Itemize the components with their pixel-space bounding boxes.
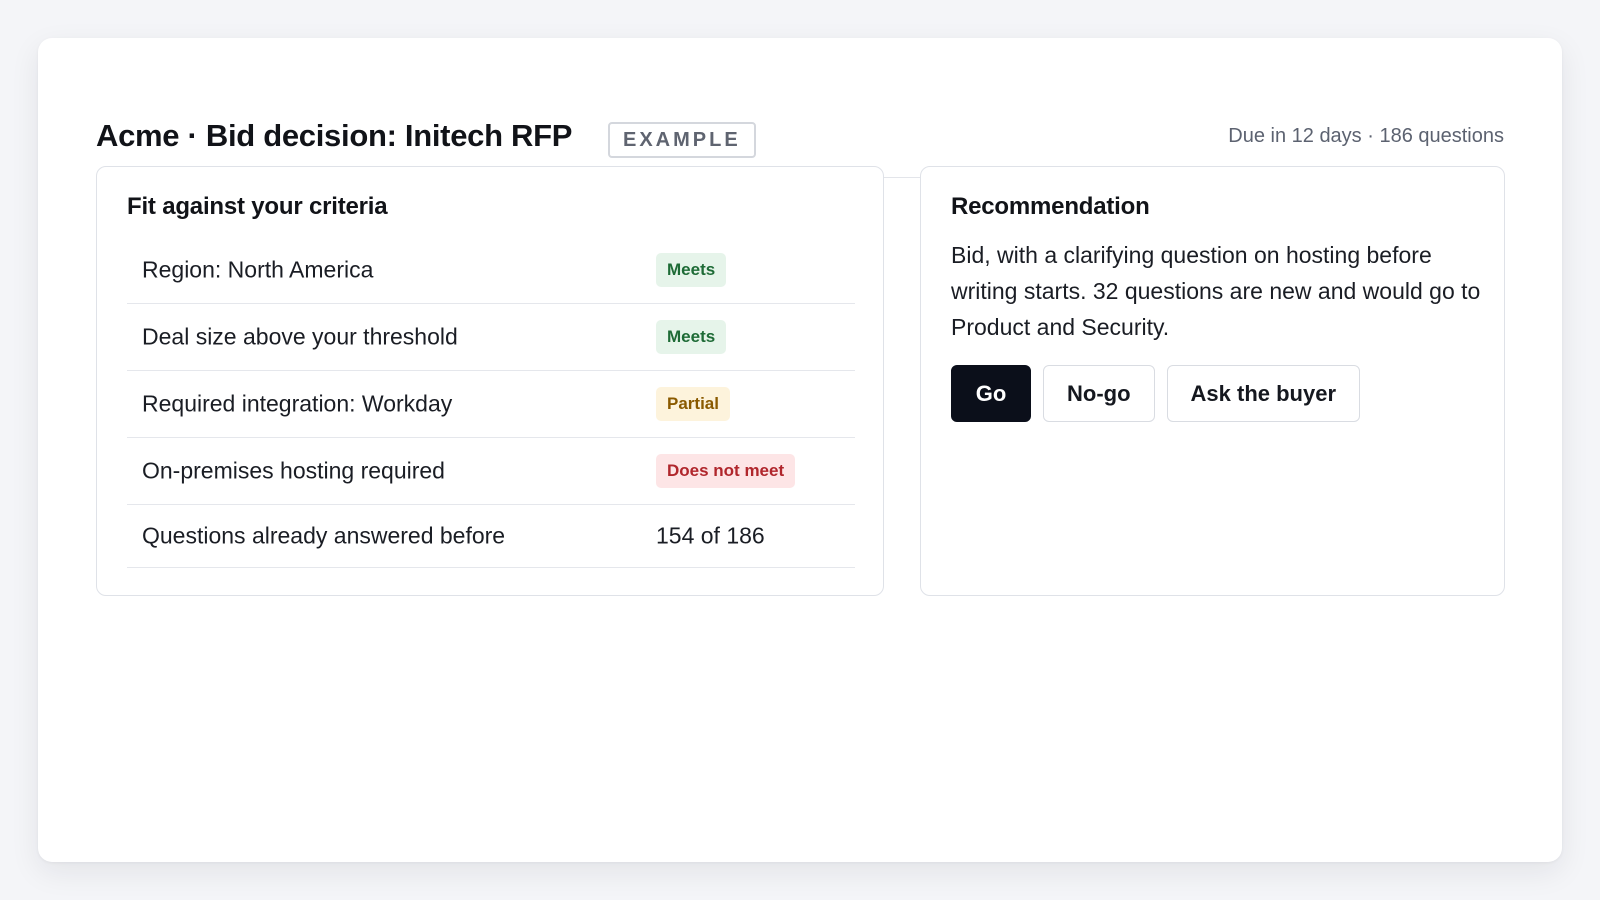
page-header: Acme · Bid decision: Initech RFP EXAMPLE… <box>96 78 1504 178</box>
criteria-label: On-premises hosting required <box>142 457 445 484</box>
decision-card: Acme · Bid decision: Initech RFP EXAMPLE… <box>38 38 1562 862</box>
criteria-label: Required integration: Workday <box>142 390 453 417</box>
page-title: Acme · Bid decision: Initech RFP <box>96 118 573 153</box>
criteria-row: On-premises hosting required Does not me… <box>127 438 855 505</box>
criteria-row: Questions already answered before 154 of… <box>127 505 855 568</box>
answered-count: 154 of 186 <box>656 522 765 549</box>
status-badge: Does not meet <box>656 454 796 488</box>
go-button[interactable]: Go <box>951 365 1031 422</box>
criteria-title: Fit against your criteria <box>127 193 388 220</box>
criteria-row: Deal size above your threshold Meets <box>127 304 855 371</box>
status-badge: Meets <box>656 253 727 287</box>
criteria-list: Region: North America Meets Deal size ab… <box>127 237 855 568</box>
example-tag: EXAMPLE <box>608 122 756 158</box>
criteria-label: Region: North America <box>142 256 374 283</box>
status-badge: Meets <box>656 320 727 354</box>
recommendation-panel: Recommendation Bid, with a clarifying qu… <box>920 166 1505 596</box>
criteria-row: Region: North America Meets <box>127 237 855 304</box>
no-go-button[interactable]: No-go <box>1043 365 1155 422</box>
criteria-label: Deal size above your threshold <box>142 323 458 350</box>
criteria-row: Required integration: Workday Partial <box>127 371 855 438</box>
criteria-label: Questions already answered before <box>142 522 506 549</box>
recommendation-text: Bid, with a clarifying question on hosti… <box>951 242 1481 340</box>
ask-buyer-button[interactable]: Ask the buyer <box>1166 365 1361 422</box>
status-badge: Partial <box>656 387 730 421</box>
recommendation-title: Recommendation <box>951 193 1150 220</box>
decision-actions: Go No-go Ask the buyer <box>951 365 1361 422</box>
due-meta: Due in 12 days · 186 questions <box>1228 125 1504 147</box>
criteria-panel: Fit against your criteria Region: North … <box>96 166 884 596</box>
